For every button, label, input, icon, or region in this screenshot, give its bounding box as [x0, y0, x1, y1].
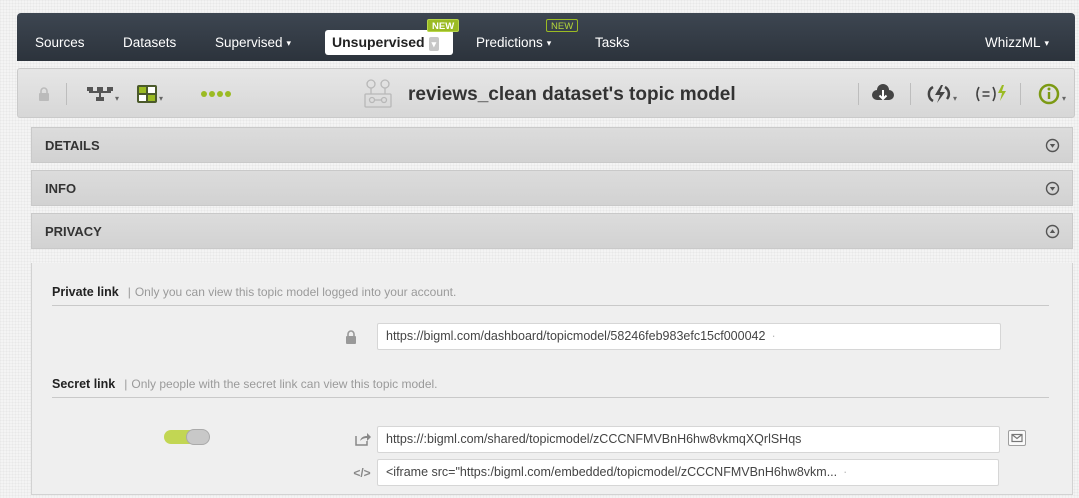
nav-sources[interactable]: Sources: [35, 13, 85, 61]
tree-view-icon[interactable]: ▾: [82, 69, 124, 119]
share-icon: [354, 430, 372, 448]
nav-whizzml[interactable]: WhizzML ▾: [985, 13, 1049, 61]
chevron-down-icon: ▾: [546, 38, 552, 48]
divider: [52, 305, 1049, 306]
chevron-down-icon: ▾: [286, 38, 292, 48]
expand-icon[interactable]: [1045, 138, 1060, 153]
private-link-field[interactable]: https://bigml.com/dashboard/topicmodel/5…: [377, 323, 1001, 350]
new-badge: NEW: [546, 19, 579, 32]
chevron-down-icon: ▾: [428, 37, 440, 51]
new-badge: NEW: [427, 19, 460, 32]
privacy-section-header[interactable]: PRIVACY: [31, 213, 1073, 249]
chevron-down-icon: ▾: [114, 93, 119, 103]
cloud-download-icon[interactable]: [868, 69, 898, 119]
chevron-down-icon: ▾: [1061, 93, 1066, 103]
divider: [52, 397, 1049, 398]
nav-predictions[interactable]: Predictions ▾: [476, 13, 551, 61]
secret-link-field[interactable]: https://:bigml.com/shared/topicmodel/zCC…: [377, 426, 1000, 453]
secret-link-label: Secret link | Only people with the secret …: [52, 377, 438, 391]
expand-icon[interactable]: [1045, 181, 1060, 196]
nav-unsupervised[interactable]: Unsupervised ▾: [325, 30, 453, 55]
toolbar-divider: [858, 83, 859, 105]
privacy-panel: Private link | Only you can view this topi…: [31, 263, 1073, 495]
email-link-button[interactable]: [1008, 430, 1026, 446]
nav-datasets[interactable]: Datasets: [123, 13, 176, 61]
topic-model-icon: [360, 69, 396, 119]
chevron-down-icon: ▾: [952, 93, 957, 103]
details-section-header[interactable]: DETAILS: [31, 127, 1073, 163]
mail-icon: [1011, 433, 1023, 443]
secret-link-description: | Only people with the secret link can vi…: [124, 377, 438, 391]
app-frame: Sources Datasets Supervised ▾ Unsupervise…: [17, 13, 1075, 495]
info-icon[interactable]: ▾: [1032, 69, 1072, 119]
page-title: reviews_clean dataset's topic model: [408, 84, 736, 105]
toolbar-divider: [910, 83, 911, 105]
lock-icon: [342, 328, 360, 346]
info-section-header[interactable]: INFO: [31, 170, 1073, 206]
private-link-description: | Only you can view this topic model logg…: [127, 285, 457, 299]
lightning-actions-icon[interactable]: ▾: [922, 69, 962, 119]
embed-code-field[interactable]: <iframe src="https:/bigml.com/embedded/t…: [377, 459, 999, 486]
resource-toolbar: ▾ ▾ reviews_clean dataset's topic model …: [17, 68, 1075, 118]
nav-supervised[interactable]: Supervised ▾: [215, 13, 291, 61]
chevron-down-icon: ▾: [1044, 38, 1050, 48]
toolbar-divider: [1020, 83, 1021, 105]
dots-icon[interactable]: [194, 69, 238, 119]
nav-tasks[interactable]: Tasks: [595, 13, 630, 61]
lock-icon[interactable]: [34, 69, 54, 119]
secret-link-toggle[interactable]: [164, 429, 210, 445]
collapse-icon[interactable]: [1045, 224, 1060, 239]
batch-prediction-icon[interactable]: [972, 69, 1012, 119]
toggle-knob: [186, 429, 210, 445]
top-navbar: Sources Datasets Supervised ▾ Unsupervise…: [17, 13, 1075, 61]
toolbar-divider: [66, 83, 67, 105]
chevron-down-icon: ▾: [158, 93, 163, 103]
numbers-view-icon[interactable]: ▾: [130, 69, 170, 119]
embed-code-icon: </>: [353, 466, 371, 480]
private-link-label: Private link | Only you can view this topi…: [52, 285, 457, 299]
